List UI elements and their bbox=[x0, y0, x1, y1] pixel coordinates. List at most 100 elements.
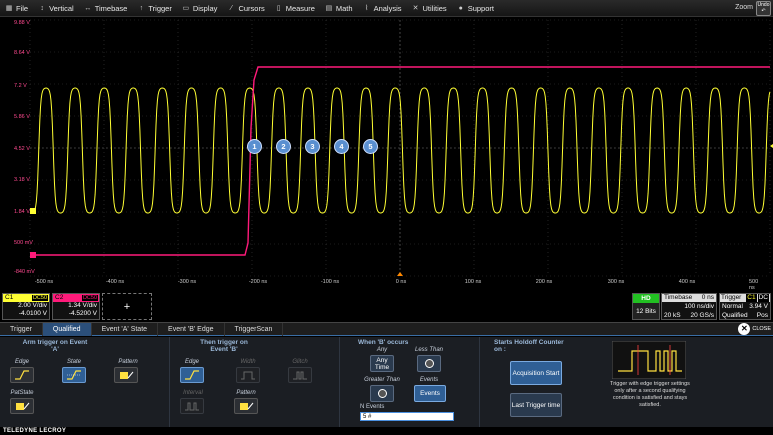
menu-file[interactable]: ▦ File bbox=[0, 0, 33, 17]
acquisition-start-button[interactable]: Acquisition Start bbox=[510, 361, 562, 385]
y-label: -840 mV bbox=[14, 269, 35, 275]
channel-1-offset: -4.0100 V bbox=[18, 310, 47, 317]
y-label: 7.2 V bbox=[14, 83, 27, 89]
arm-patstate-button[interactable] bbox=[10, 398, 34, 414]
then-width-label: Width bbox=[240, 359, 256, 365]
event-marker-5[interactable]: 5 bbox=[363, 139, 378, 154]
menu-vertical[interactable]: ↕ Vertical bbox=[33, 0, 79, 17]
tab-triggerscan[interactable]: TriggerScan bbox=[225, 323, 284, 336]
help-panel: Trigger with edge trigger settings only … bbox=[608, 337, 718, 427]
arm-pattern-button[interactable] bbox=[114, 367, 138, 383]
x-label: 0 ns bbox=[395, 279, 407, 285]
tab-event-b-edge[interactable]: Event 'B' Edge bbox=[158, 323, 225, 336]
menu-utilities[interactable]: ✕ Utilities bbox=[407, 0, 452, 17]
dialog-tabs: Trigger Qualified Event 'A' State Event … bbox=[0, 322, 773, 336]
trigger-level: 3.94 V bbox=[749, 303, 768, 310]
qualified-trigger-dialog: Arm trigger on Event 'A' Edge State Patt… bbox=[0, 337, 773, 427]
channel-2-offset: -4.5200 V bbox=[68, 310, 97, 317]
then-width-button bbox=[236, 367, 260, 383]
trigger-coupling: DC bbox=[757, 294, 769, 302]
pattern-icon bbox=[120, 371, 134, 379]
menu-support[interactable]: ● Support bbox=[452, 0, 499, 17]
when-section: When 'B' occurs Any Any Time Less Than G… bbox=[340, 337, 480, 427]
undo-icon: ↶ bbox=[761, 8, 766, 14]
trigger-label: Trigger bbox=[721, 294, 742, 301]
then-pattern-button[interactable] bbox=[234, 398, 258, 414]
x-label: -100 ns bbox=[320, 279, 340, 285]
channel-2-descriptor[interactable]: C2 DC50 1.34 V/div -4.5200 V bbox=[52, 293, 100, 320]
less-than-label: Less Than bbox=[414, 347, 444, 353]
event-marker-1[interactable]: 1 bbox=[247, 139, 262, 154]
then-edge-button[interactable] bbox=[180, 367, 204, 383]
state-icon bbox=[67, 370, 81, 380]
menu-display[interactable]: ▭ Display bbox=[177, 0, 223, 17]
event-marker-2[interactable]: 2 bbox=[276, 139, 291, 154]
event-marker-4[interactable]: 4 bbox=[334, 139, 349, 154]
channel-1-trace bbox=[29, 87, 771, 214]
timebase-descriptor[interactable]: Timebase 0 ns 100 ns/div 20 kS 20 GS/s bbox=[661, 293, 717, 320]
arm-state-button[interactable] bbox=[62, 367, 86, 383]
hd-badge: HD bbox=[633, 294, 659, 303]
any-time-label: Any bbox=[376, 347, 388, 353]
channel-1-descriptor[interactable]: C1 DC50 2.00 V/div -4.0100 V bbox=[2, 293, 50, 320]
event-marker-3[interactable]: 3 bbox=[305, 139, 320, 154]
less-than-button[interactable] bbox=[417, 355, 441, 372]
zoom-button[interactable]: Zoom bbox=[735, 4, 753, 11]
measure-icon: ▯ bbox=[276, 5, 281, 12]
timebase-delay: 0 ns bbox=[701, 294, 714, 301]
y-label: 5.86 V bbox=[14, 114, 30, 120]
tab-trigger[interactable]: Trigger bbox=[0, 323, 43, 336]
x-label: -300 ns bbox=[177, 279, 197, 285]
add-channel-button[interactable]: + bbox=[102, 293, 152, 320]
holdoff-section: Starts Holdoff Counter on : Acquisition … bbox=[480, 337, 608, 427]
qualified-trigger-diagram-icon bbox=[612, 341, 686, 379]
bits-value: 12 Bits bbox=[636, 308, 656, 315]
width-icon bbox=[241, 371, 255, 380]
greater-than-button[interactable] bbox=[370, 385, 394, 402]
n-events-input[interactable]: 5 # bbox=[360, 412, 454, 421]
x-label: 200 ns bbox=[535, 279, 553, 285]
edge-icon bbox=[15, 370, 29, 380]
waveform-grid[interactable]: 9.88 V 8.64 V 7.2 V 5.86 V 4.52 V 3.18 V… bbox=[0, 18, 773, 291]
menu-measure[interactable]: ▯ Measure bbox=[270, 0, 320, 17]
trigger-mode: Normal bbox=[722, 303, 743, 310]
clock-icon bbox=[377, 389, 387, 398]
x-label: 300 ns bbox=[607, 279, 625, 285]
arm-pattern-label: Pattern bbox=[118, 359, 138, 365]
resolution-descriptor[interactable]: HD 12 Bits bbox=[632, 293, 660, 320]
menu-math[interactable]: ▤ Math bbox=[320, 0, 358, 17]
trigger-time-marker[interactable] bbox=[397, 272, 403, 276]
then-glitch-label: Glitch bbox=[292, 359, 308, 365]
timebase-samples: 20 kS bbox=[664, 312, 681, 319]
arm-edge-button[interactable] bbox=[10, 367, 34, 383]
menu-analysis[interactable]: ⌇ Analysis bbox=[358, 0, 407, 17]
close-button[interactable]: ✕ CLOSE bbox=[738, 323, 771, 335]
channel-2-coupling: DC50 bbox=[80, 294, 99, 302]
tab-event-a-state[interactable]: Event 'A' State bbox=[92, 323, 159, 336]
trigger-slope: Pos bbox=[756, 312, 768, 319]
events-label: Events bbox=[419, 377, 439, 383]
then-section: Then trigger on Event 'B' Edge Width Gli… bbox=[170, 337, 340, 427]
trigger-source: C1 bbox=[746, 294, 757, 302]
events-button[interactable]: Events bbox=[414, 385, 446, 402]
tab-qualified[interactable]: Qualified bbox=[42, 323, 92, 336]
timebase-label: Timebase bbox=[664, 294, 693, 301]
cursors-icon: ⁄ bbox=[230, 4, 233, 12]
channel-2-offset-marker[interactable] bbox=[30, 252, 36, 258]
menu-cursors[interactable]: ⁄ Cursors bbox=[222, 0, 269, 17]
trigger-descriptor[interactable]: Trigger C1 DC Normal 3.94 V Qualified Po… bbox=[719, 293, 771, 320]
channel-2-vdiv: 1.34 V/div bbox=[68, 302, 97, 309]
menu-timebase[interactable]: ↔ Timebase bbox=[79, 0, 133, 17]
channel-1-offset-marker[interactable] bbox=[30, 208, 36, 214]
interval-icon bbox=[185, 402, 199, 411]
n-events-label: N Events bbox=[360, 404, 385, 410]
last-trigger-time-button[interactable]: Last Trigger time bbox=[510, 393, 562, 417]
then-title: Then trigger on Event 'B' bbox=[200, 339, 248, 353]
help-text: Trigger with edge trigger settings only … bbox=[610, 381, 690, 408]
any-time-button[interactable]: Any Time bbox=[370, 355, 394, 372]
menu-trigger[interactable]: ↑ Trigger bbox=[132, 0, 176, 17]
undo-button[interactable]: Undo ↶ bbox=[756, 1, 771, 16]
trigger-icon: ↑ bbox=[139, 4, 144, 12]
timebase-icon: ↔ bbox=[84, 4, 92, 12]
arm-state-label: State bbox=[66, 359, 81, 365]
